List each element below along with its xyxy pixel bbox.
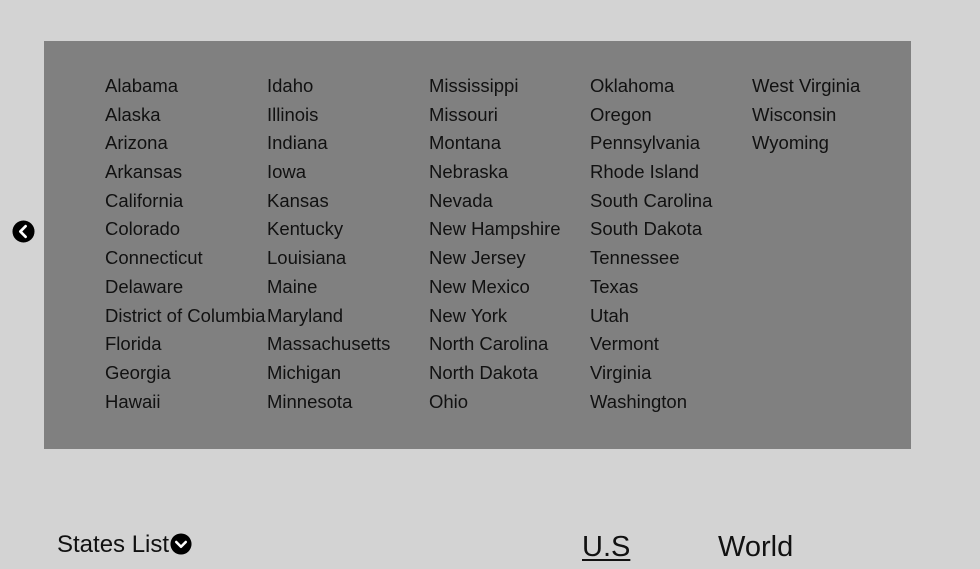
state-link[interactable]: Connecticut (105, 244, 265, 273)
state-link[interactable]: Texas (590, 273, 712, 302)
chevron-left-circle-icon[interactable] (12, 220, 35, 243)
state-link[interactable]: Arizona (105, 129, 265, 158)
state-link[interactable]: Colorado (105, 215, 265, 244)
state-link[interactable]: Nevada (429, 187, 561, 216)
tab-world[interactable]: World (718, 530, 793, 564)
state-link[interactable]: Michigan (267, 359, 390, 388)
state-link[interactable]: Illinois (267, 101, 390, 130)
state-link[interactable]: South Carolina (590, 187, 712, 216)
state-link[interactable]: Rhode Island (590, 158, 712, 187)
state-link[interactable]: Wisconsin (752, 101, 860, 130)
state-link[interactable]: North Carolina (429, 330, 561, 359)
tab-us[interactable]: U.S (582, 530, 630, 564)
state-link[interactable]: North Dakota (429, 359, 561, 388)
state-link[interactable]: Louisiana (267, 244, 390, 273)
states-column-1: Alabama Alaska Arizona Arkansas Californ… (105, 72, 265, 416)
state-link[interactable]: Ohio (429, 388, 561, 417)
state-link[interactable]: Utah (590, 302, 712, 331)
state-link[interactable]: Montana (429, 129, 561, 158)
state-link[interactable]: Florida (105, 330, 265, 359)
state-link[interactable]: Massachusetts (267, 330, 390, 359)
state-link[interactable]: Oregon (590, 101, 712, 130)
state-link[interactable]: Missouri (429, 101, 561, 130)
state-link[interactable]: Maine (267, 273, 390, 302)
state-link[interactable]: West Virginia (752, 72, 860, 101)
state-link[interactable]: Kansas (267, 187, 390, 216)
chevron-down-circle-icon[interactable] (170, 533, 192, 555)
state-link[interactable]: Minnesota (267, 388, 390, 417)
state-link[interactable]: Alabama (105, 72, 265, 101)
state-link[interactable]: New Mexico (429, 273, 561, 302)
state-link[interactable]: Tennessee (590, 244, 712, 273)
state-link[interactable]: Alaska (105, 101, 265, 130)
state-link[interactable]: Mississippi (429, 72, 561, 101)
state-link[interactable]: New Hampshire (429, 215, 561, 244)
states-dropdown-panel: Alabama Alaska Arizona Arkansas Californ… (44, 41, 911, 449)
states-column-3: Mississippi Missouri Montana Nebraska Ne… (429, 72, 561, 416)
states-column-2: Idaho Illinois Indiana Iowa Kansas Kentu… (267, 72, 390, 416)
state-link[interactable]: District of Columbia (105, 302, 265, 331)
state-link[interactable]: Kentucky (267, 215, 390, 244)
states-column-4: Oklahoma Oregon Pennsylvania Rhode Islan… (590, 72, 712, 416)
state-link[interactable]: South Dakota (590, 215, 712, 244)
state-link[interactable]: New Jersey (429, 244, 561, 273)
state-link[interactable]: New York (429, 302, 561, 331)
state-link[interactable]: Wyoming (752, 129, 860, 158)
state-link[interactable]: Iowa (267, 158, 390, 187)
state-link[interactable]: California (105, 187, 265, 216)
state-link[interactable]: Virginia (590, 359, 712, 388)
state-link[interactable]: Oklahoma (590, 72, 712, 101)
states-list-label: States List (57, 531, 170, 558)
state-link[interactable]: Georgia (105, 359, 265, 388)
state-link[interactable]: Arkansas (105, 158, 265, 187)
state-link[interactable]: Hawaii (105, 388, 265, 417)
state-link[interactable]: Maryland (267, 302, 390, 331)
state-link[interactable]: Washington (590, 388, 712, 417)
state-link[interactable]: Idaho (267, 72, 390, 101)
state-link[interactable]: Nebraska (429, 158, 561, 187)
states-list-toggle[interactable]: States List (57, 530, 192, 560)
states-column-5: West Virginia Wisconsin Wyoming (752, 72, 860, 158)
state-link[interactable]: Delaware (105, 273, 265, 302)
state-link[interactable]: Indiana (267, 129, 390, 158)
state-link[interactable]: Vermont (590, 330, 712, 359)
state-link[interactable]: Pennsylvania (590, 129, 712, 158)
